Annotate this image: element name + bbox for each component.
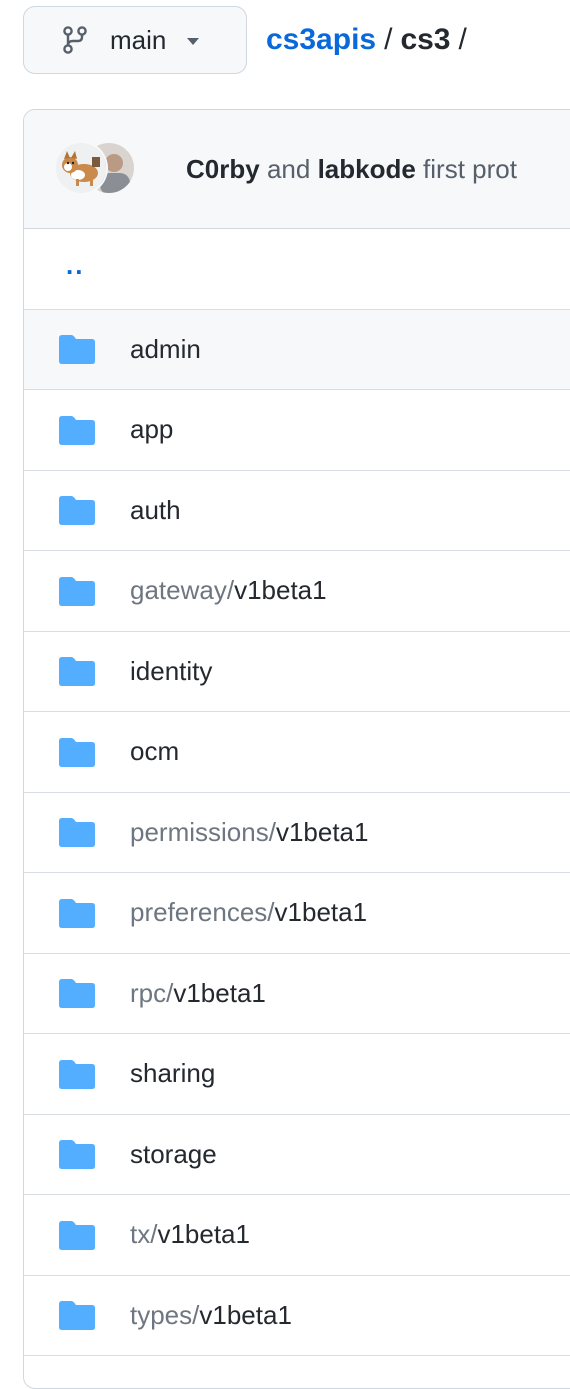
file-row[interactable]: tx/v1beta1 <box>24 1195 570 1276</box>
folder-icon <box>59 335 95 365</box>
file-name: app <box>130 414 174 445</box>
file-name-link[interactable]: storage <box>130 1139 217 1170</box>
file-row[interactable]: app <box>24 390 570 471</box>
file-name-link[interactable]: admin <box>130 334 201 365</box>
file-name-link[interactable]: types/v1beta1 <box>130 1300 292 1331</box>
file-row[interactable]: admin <box>24 309 570 390</box>
file-name-link[interactable]: tx/v1beta1 <box>130 1219 250 1250</box>
folder-icon <box>59 737 95 767</box>
breadcrumb-separator: / <box>384 23 393 56</box>
parent-directory-link[interactable]: .. <box>66 250 84 281</box>
file-name-link[interactable]: ocm <box>130 736 179 767</box>
file-name-prefix: preferences/ <box>130 897 275 928</box>
branch-selector-button[interactable]: main <box>23 6 247 74</box>
folder-icon <box>59 496 95 526</box>
commit-conjunction: and <box>266 153 311 184</box>
breadcrumb: cs3apis / cs3 / <box>266 20 475 60</box>
file-name: v1beta1 <box>274 897 368 928</box>
file-name-link[interactable]: permissions/v1beta1 <box>130 817 368 848</box>
file-name: identity <box>130 655 213 686</box>
file-row[interactable]: gateway/v1beta1 <box>24 551 570 632</box>
file-name: v1beta1 <box>173 977 266 1008</box>
folder-icon <box>59 576 95 606</box>
file-row[interactable]: permissions/v1beta1 <box>24 793 570 873</box>
file-name: v1beta1 <box>275 816 369 847</box>
breadcrumb-trailing-separator: / <box>458 23 467 56</box>
corgi-avatar-icon <box>56 143 106 193</box>
folder-icon <box>59 818 95 848</box>
git-branch-icon <box>63 26 87 54</box>
folder-icon <box>59 1140 95 1170</box>
commit-message[interactable]: first prot <box>423 154 517 184</box>
file-name: ocm <box>130 736 180 767</box>
parent-directory-row[interactable]: .. <box>24 229 570 310</box>
breadcrumb-current-dir: cs3 <box>400 23 451 56</box>
folder-icon <box>59 979 95 1009</box>
latest-commit-header: C0rby and labkode first prot <box>24 110 570 229</box>
file-name: storage <box>130 1138 217 1169</box>
file-name-prefix: permissions/ <box>130 816 276 847</box>
file-name: v1beta1 <box>199 1299 292 1330</box>
repo-navigation-bar: main cs3apis / cs3 / <box>0 0 570 84</box>
file-name-link[interactable]: sharing <box>130 1058 215 1089</box>
folder-icon <box>59 1220 95 1250</box>
commit-avatars <box>56 139 176 199</box>
file-row[interactable]: storage <box>24 1115 570 1195</box>
triangle-down-icon <box>187 38 200 45</box>
file-row[interactable]: sharing <box>24 1034 570 1115</box>
folder-icon <box>59 898 95 928</box>
file-name-link[interactable]: gateway/v1beta1 <box>130 575 327 606</box>
file-name: admin <box>130 333 201 364</box>
avatar-c0rby[interactable] <box>56 143 106 193</box>
file-row[interactable]: identity <box>24 632 570 712</box>
file-browser: C0rby and labkode first prot .. admin app… <box>23 109 570 1389</box>
file-name-link[interactable]: app <box>130 414 173 445</box>
file-row[interactable]: types/v1beta1 <box>24 1276 570 1356</box>
folder-icon <box>59 1059 95 1089</box>
breadcrumb-repo-link[interactable]: cs3apis <box>266 23 376 57</box>
file-row[interactable]: ocm <box>24 712 570 793</box>
file-name-prefix: gateway/ <box>130 575 235 606</box>
file-name: v1beta1 <box>234 575 327 606</box>
commit-author-1[interactable]: C0rby <box>186 154 260 184</box>
file-name-link[interactable]: identity <box>130 656 212 687</box>
commit-author-2[interactable]: labkode <box>318 154 416 184</box>
folder-icon <box>59 1301 95 1331</box>
file-name-prefix: rpc/ <box>130 977 174 1008</box>
file-row[interactable]: preferences/v1beta1 <box>24 873 570 954</box>
file-name-link[interactable]: rpc/v1beta1 <box>130 978 266 1009</box>
file-name: sharing <box>130 1058 216 1089</box>
file-list: admin app auth gateway/v1beta1 identity ocm pe… <box>24 309 570 1356</box>
file-name-link[interactable]: preferences/v1beta1 <box>130 897 367 928</box>
file-name-link[interactable]: auth <box>130 495 181 526</box>
file-row[interactable]: auth <box>24 471 570 551</box>
folder-icon <box>59 657 95 687</box>
file-row[interactable]: rpc/v1beta1 <box>24 954 570 1034</box>
file-name-prefix: tx/ <box>130 1219 158 1250</box>
file-name-prefix: types/ <box>130 1299 200 1330</box>
file-name: auth <box>130 494 181 525</box>
file-name: v1beta1 <box>157 1219 250 1250</box>
folder-icon <box>59 415 95 445</box>
branch-name: main <box>110 24 167 55</box>
commit-summary: C0rby and labkode first prot <box>186 154 517 185</box>
